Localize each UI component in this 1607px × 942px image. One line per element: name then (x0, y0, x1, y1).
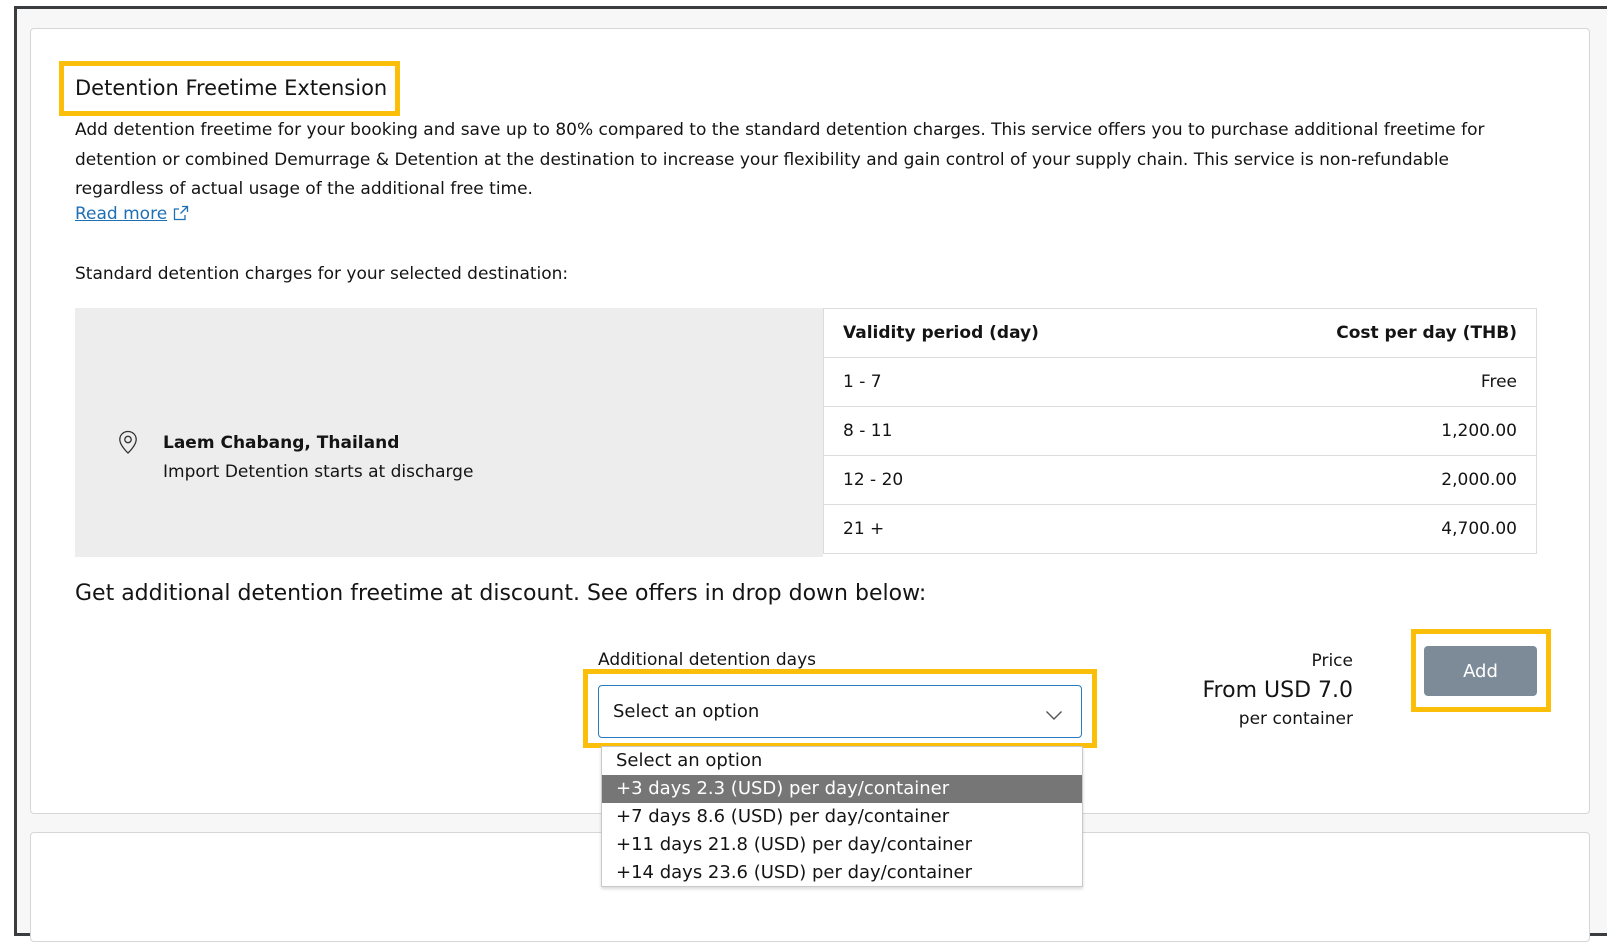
detention-days-dropdown: Select an option +3 days 2.3 (USD) per d… (601, 746, 1083, 887)
dropdown-option[interactable]: +11 days 21.8 (USD) per day/container (602, 831, 1082, 859)
add-button[interactable]: Add (1424, 646, 1537, 696)
section-title: Detention Freetime Extension (75, 76, 388, 100)
price-unit: per container (1238, 709, 1353, 729)
dropdown-option-highlighted[interactable]: +3 days 2.3 (USD) per day/container (602, 775, 1082, 803)
dropdown-option[interactable]: Select an option (602, 747, 1082, 775)
table-row: 21 + 4,700.00 (823, 504, 1537, 554)
section-description: Add detention freetime for your booking … (75, 120, 1485, 199)
table-header-row: Validity period (day) Cost per day (THB) (824, 309, 1537, 358)
cost-cell: 2,000.00 (1191, 455, 1537, 505)
read-more-link[interactable]: Read more (75, 204, 189, 226)
validity-cell: 1 - 7 (823, 357, 1192, 407)
read-more-label: Read more (75, 204, 168, 224)
location-subtitle: Import Detention starts at discharge (163, 462, 474, 482)
detention-days-select[interactable]: Select an option (598, 685, 1082, 738)
column-header-validity: Validity period (day) (843, 323, 1039, 343)
column-header-cost: Cost per day (THB) (1336, 323, 1517, 343)
offer-heading: Get additional detention freetime at dis… (75, 581, 927, 606)
detention-days-label: Additional detention days (598, 650, 816, 670)
select-value: Select an option (613, 701, 760, 722)
table-row: 1 - 7 Free (823, 357, 1537, 407)
location-name: Laem Chabang, Thailand (163, 433, 400, 453)
detention-rates-table: Validity period (day) Cost per day (THB)… (823, 308, 1537, 554)
table-row: 12 - 20 2,000.00 (823, 455, 1537, 505)
price-label: Price (1311, 651, 1353, 671)
standard-charges-label: Standard detention charges for your sele… (75, 264, 569, 284)
dropdown-option[interactable]: +7 days 8.6 (USD) per day/container (602, 803, 1082, 831)
table-row: 8 - 11 1,200.00 (823, 406, 1537, 456)
external-link-icon (173, 205, 189, 226)
dropdown-option[interactable]: +14 days 23.6 (USD) per day/container (602, 859, 1082, 887)
map-pin-icon (118, 430, 138, 460)
cost-cell: Free (1191, 357, 1537, 407)
validity-cell: 8 - 11 (823, 406, 1192, 456)
price-value: From USD 7.0 (1202, 678, 1354, 703)
cost-cell: 4,700.00 (1191, 504, 1537, 554)
cost-cell: 1,200.00 (1191, 406, 1537, 456)
validity-cell: 12 - 20 (823, 455, 1192, 505)
chevron-down-icon (1045, 706, 1063, 725)
validity-cell: 21 + (823, 504, 1192, 554)
